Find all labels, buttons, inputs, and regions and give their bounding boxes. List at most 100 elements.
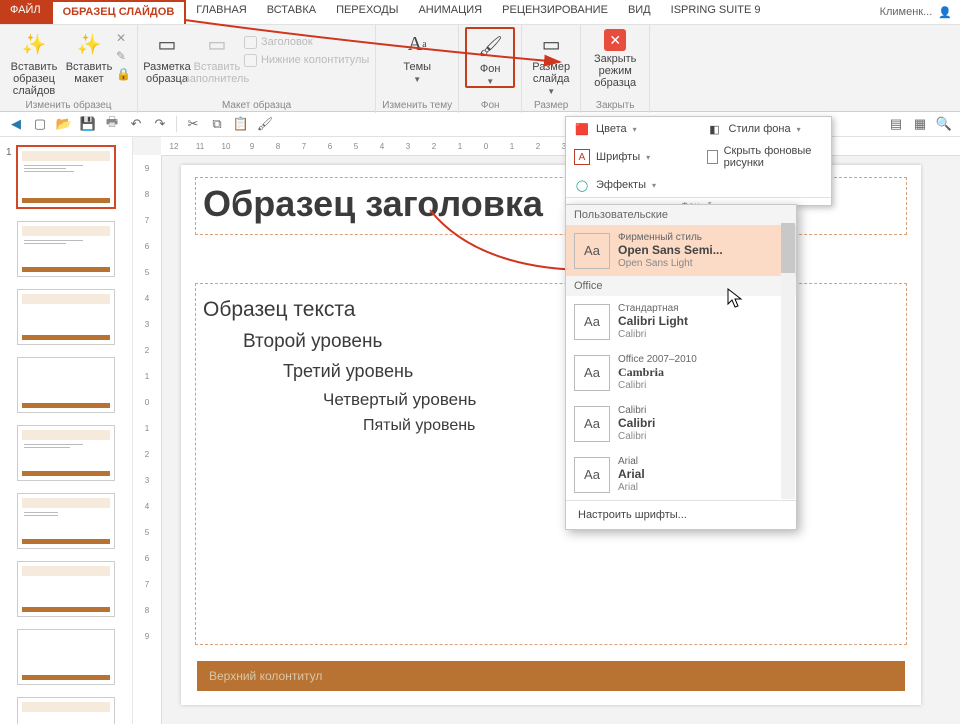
grid-icon[interactable]: ▦ xyxy=(912,116,928,132)
tab-file[interactable]: ФАЙЛ xyxy=(0,0,51,24)
layout-thumbnail[interactable] xyxy=(17,357,115,413)
fonts-menu[interactable]: AШрифты ▾ xyxy=(566,141,699,173)
tab-slide-master[interactable]: ОБРАЗЕЦ СЛАЙДОВ xyxy=(51,0,187,24)
fonts-icon: A xyxy=(574,149,590,165)
tab-transitions[interactable]: ПЕРЕХОДЫ xyxy=(326,0,408,24)
font-preview-icon: Aa xyxy=(574,457,610,493)
back-icon[interactable]: ◀ xyxy=(8,116,24,132)
tab-review[interactable]: РЕЦЕНЗИРОВАНИЕ xyxy=(492,0,618,24)
group-master-layout: ▭ Разметка образца ▭ Вставить заполнител… xyxy=(138,25,376,113)
body-placeholder[interactable]: Образец текста Второй уровень Третий уро… xyxy=(203,293,476,439)
colors-icon: 🟥 xyxy=(574,121,590,137)
slide-size-button[interactable]: ▭ Размер слайда ▼ xyxy=(528,27,574,96)
tab-ispring[interactable]: ISPRING SUITE 9 xyxy=(661,0,771,24)
tab-animation[interactable]: АНИМАЦИЯ xyxy=(408,0,492,24)
vertical-ruler: 9876543210123456789 xyxy=(133,155,162,724)
chk-title: Заголовок xyxy=(244,33,369,51)
group-themes: Aa Темы ▼ Изменить тему xyxy=(376,25,459,113)
slide-editor[interactable]: 1211109876543210123456789101112 98765432… xyxy=(133,137,960,724)
insert-placeholder-button: ▭ Вставить заполнитель xyxy=(194,27,240,85)
bgstyles-icon: ◧ xyxy=(707,121,723,137)
format-painter-icon: 🖌 xyxy=(257,116,273,132)
group-size: ▭ Размер слайда ▼ Размер xyxy=(522,25,581,113)
ruler-icon[interactable]: ▤ xyxy=(888,116,904,132)
customize-fonts[interactable]: Настроить шрифты... xyxy=(566,500,796,529)
tab-home[interactable]: ГЛАВНАЯ xyxy=(186,0,256,24)
font-preview-icon: Aa xyxy=(574,233,610,269)
new-icon[interactable]: ▢ xyxy=(32,116,48,132)
level1-text: Образец текста xyxy=(203,293,476,327)
delete-icon[interactable]: ✕ xyxy=(116,31,131,45)
font-preview-icon: Aa xyxy=(574,406,610,442)
checkboxes: Заголовок Нижние колонтитулы xyxy=(244,27,369,69)
footer-placeholder[interactable]: Верхний колонтитул xyxy=(197,661,905,691)
level3-text: Третий уровень xyxy=(203,357,476,386)
group-label: Макет образца xyxy=(222,98,291,113)
background-pane[interactable]: 🟥Цвета ▾ ◧Стили фона ▾ AШрифты ▾ Скрыть … xyxy=(565,116,832,206)
paste-icon: 📋 xyxy=(233,116,249,132)
font-option-standard[interactable]: Aa СтандартнаяCalibri LightCalibri xyxy=(566,296,796,347)
scroll-thumb[interactable] xyxy=(781,223,795,273)
section-office: Office xyxy=(566,276,796,296)
section-user: Пользовательские xyxy=(566,205,796,225)
chk-footers: Нижние колонтитулы xyxy=(244,51,369,69)
bg-styles-menu[interactable]: ◧Стили фона ▾ xyxy=(699,117,832,141)
print-icon[interactable]: 🖶 xyxy=(104,116,120,132)
level2-text: Второй уровень xyxy=(203,327,476,357)
cut-icon: ✂ xyxy=(185,116,201,132)
preserve-icon[interactable]: 🔒 xyxy=(116,67,131,81)
fonts-dropdown[interactable]: Пользовательские Aa Фирменный стильOpen … xyxy=(565,204,797,530)
font-option-office2007[interactable]: Aa Office 2007–2010CambriaCalibri xyxy=(566,347,796,398)
layout-thumbnail[interactable] xyxy=(17,697,115,724)
background-button[interactable]: 🖌 Фон ▼ xyxy=(465,27,515,88)
layout-icon: ▭ xyxy=(152,29,182,59)
ribbon: ✨ Вставить образец слайдов ✨ Вставить ма… xyxy=(0,25,960,112)
tab-view[interactable]: ВИД xyxy=(618,0,661,24)
layout-thumbnail[interactable] xyxy=(17,629,115,685)
group-label: Закрыть xyxy=(596,98,635,113)
open-icon[interactable]: 📂 xyxy=(56,116,72,132)
group-background: 🖌 Фон ▼ Фон xyxy=(459,25,522,113)
insert-slide-master-button[interactable]: ✨ Вставить образец слайдов xyxy=(6,27,62,97)
layout-thumbnail[interactable] xyxy=(17,493,115,549)
font-preview-icon: Aa xyxy=(574,355,610,391)
layout-thumbnail[interactable] xyxy=(17,561,115,617)
colors-menu[interactable]: 🟥Цвета ▾ xyxy=(566,117,699,141)
group-label: Размер xyxy=(534,98,568,113)
avatar-icon: 👤 xyxy=(938,6,952,19)
user-name: Клименк... xyxy=(880,6,933,18)
slide-canvas[interactable]: Образец заголовка Образец текста Второй … xyxy=(181,165,921,705)
rename-icon[interactable]: ✎ xyxy=(116,49,131,63)
layout-thumbnail[interactable] xyxy=(17,425,115,481)
tab-insert[interactable]: ВСТАВКА xyxy=(257,0,326,24)
zoom-icon[interactable]: 🔍 xyxy=(936,116,952,132)
font-option-calibri[interactable]: Aa CalibriCalibriCalibri xyxy=(566,398,796,449)
mini-buttons: ✕ ✎ 🔒 xyxy=(116,27,131,81)
master-layout-button[interactable]: ▭ Разметка образца xyxy=(144,27,190,85)
font-option-arial[interactable]: Aa ArialArialArial xyxy=(566,449,796,500)
layout-thumbnail[interactable] xyxy=(17,289,115,345)
layout-thumbnail[interactable] xyxy=(17,221,115,277)
account-area[interactable]: Клименк... 👤 xyxy=(872,0,960,24)
size-icon: ▭ xyxy=(536,29,566,59)
horizontal-ruler: 1211109876543210123456789101112 xyxy=(161,137,960,156)
master-thumbnail[interactable]: 1 xyxy=(16,145,116,209)
effects-icon: ◯ xyxy=(574,177,590,193)
font-option-custom[interactable]: Aa Фирменный стильOpen Sans Semi...Open … xyxy=(566,225,796,276)
title-placeholder[interactable]: Образец заголовка xyxy=(203,183,543,225)
redo-icon[interactable]: ↷ xyxy=(152,116,168,132)
close-icon: ✕ xyxy=(604,29,626,51)
save-icon[interactable]: 💾 xyxy=(80,116,96,132)
close-master-button[interactable]: ✕ Закрыть режим образца xyxy=(587,27,643,89)
scrollbar[interactable] xyxy=(781,223,795,499)
group-label: Изменить тему xyxy=(382,98,452,113)
group-edit-master: ✨ Вставить образец слайдов ✨ Вставить ма… xyxy=(0,25,138,113)
thumbnail-pane[interactable]: 1 xyxy=(0,137,133,724)
undo-icon[interactable]: ↶ xyxy=(128,116,144,132)
hide-bg-checkbox[interactable]: Скрыть фоновые рисунки xyxy=(699,141,832,173)
effects-menu[interactable]: ◯Эффекты ▾ xyxy=(566,173,831,197)
thumb-index: 1 xyxy=(6,147,12,158)
insert-layout-button[interactable]: ✨ Вставить макет xyxy=(66,27,112,85)
workspace: 1 1211109876543210123456789101112 987654… xyxy=(0,137,960,724)
themes-button[interactable]: Aa Темы ▼ xyxy=(394,27,440,84)
